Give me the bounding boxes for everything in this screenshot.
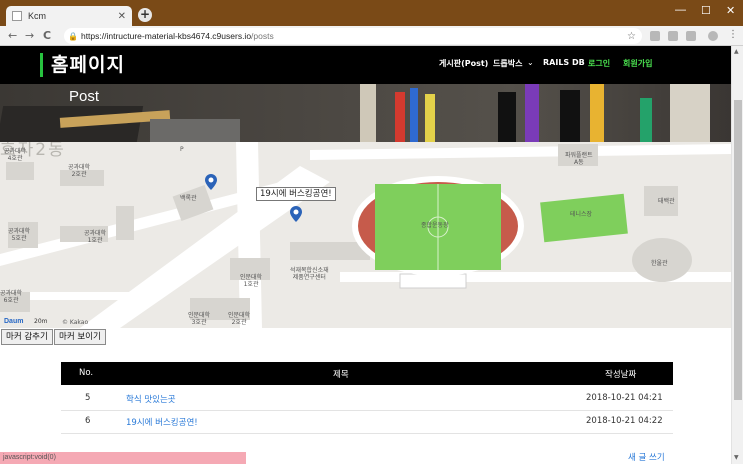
browser-titlebar: Kcm ✕ + — ☐ ✕ [0, 0, 743, 26]
post-no: 5 [85, 393, 91, 403]
post-date: 2018-10-21 04:21 [586, 393, 663, 403]
map-label: 공과대학 4호관 [4, 148, 27, 162]
hero-decor [395, 92, 405, 142]
url-path: /posts [251, 31, 274, 41]
address-bar[interactable]: 🔒 https://intructure-material-kbs4674.c9… [64, 28, 642, 44]
url-host: https://intructure-material-kbs4674.c9us… [80, 31, 252, 41]
map-label: 종합운동장 [421, 222, 449, 229]
hero-banner: Post [0, 84, 731, 142]
hero-decor [498, 92, 516, 142]
map-canvas [0, 142, 731, 328]
map-road [310, 144, 731, 160]
map-logo: Daum [4, 318, 24, 325]
hero-decor [150, 119, 240, 142]
map-label: 공과대학 5호관 [8, 228, 31, 242]
new-post-link[interactable]: 새 글 쓰기 [628, 451, 665, 463]
posts-table-header: No. 제목 작성날짜 [61, 362, 673, 385]
browser-toolbar: ← → C 🔒 https://intructure-material-kbs4… [0, 26, 743, 46]
map-building [6, 162, 34, 180]
map-label: 한울관 [651, 260, 668, 267]
hero-decor [410, 88, 418, 142]
extension-icon[interactable] [668, 31, 678, 41]
scroll-down-icon[interactable]: ▼ [734, 454, 739, 461]
map-label: 파워플랜트 A동 [565, 152, 593, 166]
browser-status-bar: javascript:void(0) [0, 452, 246, 464]
post-no: 6 [85, 416, 91, 426]
map-label: 인문대학 1호관 [240, 274, 263, 288]
extension-icon[interactable] [686, 31, 696, 41]
nav-rails-db[interactable]: RAILS DB [543, 58, 585, 67]
map-building [399, 273, 467, 289]
hero-decor [525, 84, 539, 142]
minimize-icon[interactable]: — [675, 4, 686, 16]
map-building [290, 242, 370, 260]
page-scrollbar[interactable]: ▲ ▼ [731, 46, 743, 464]
map-label: 공과대학 1호관 [84, 230, 107, 244]
map-label: 백록관 [180, 195, 197, 202]
nav-login[interactable]: 로그인 [588, 58, 610, 69]
profile-icon[interactable] [708, 31, 718, 41]
map-marker-icon[interactable] [290, 206, 302, 222]
map-label: 인문대학 3호관 [188, 312, 211, 326]
map-scale: 20m [34, 318, 48, 325]
map-label: 태백관 [658, 198, 675, 205]
maximize-icon[interactable]: ☐ [701, 4, 711, 17]
reload-icon[interactable]: C [43, 29, 51, 42]
column-header-title: 제목 [333, 370, 349, 380]
back-icon[interactable]: ← [8, 29, 17, 42]
menu-dots-icon[interactable]: ⋮ [728, 29, 738, 40]
tennis-court [540, 193, 628, 243]
map-label: 테니스장 [570, 211, 593, 218]
extension-icon[interactable] [650, 31, 660, 41]
nav-signup[interactable]: 회원가입 [623, 58, 652, 69]
table-row: 5 학식 맛있는곳 2018-10-21 04:21 [61, 388, 673, 410]
hero-decor [590, 84, 604, 142]
forward-icon[interactable]: → [25, 29, 34, 42]
browser-tab[interactable]: Kcm ✕ [6, 6, 132, 26]
close-window-icon[interactable]: ✕ [726, 4, 735, 17]
new-tab-button[interactable]: + [138, 8, 152, 22]
kakao-map[interactable]: 효자2동 공과대학 4호관 공과대학 2호관 공과대학 5호관 공과대학 1호관 공과대… [0, 142, 731, 328]
lock-icon: 🔒 [68, 31, 78, 41]
hero-decor [360, 84, 376, 142]
bookmark-star-icon[interactable]: ☆ [627, 31, 636, 42]
hero-decor [640, 98, 652, 142]
row-divider [61, 433, 673, 434]
site-header: 홈페이지 게시판(Post) 드롭박스 ⌄ RAILS DB 로그인 회원가입 [0, 46, 731, 84]
map-label: 공과대학 6호관 [0, 290, 23, 304]
show-markers-button[interactable]: 마커 보이기 [54, 329, 106, 345]
tab-title: Kcm [28, 11, 46, 21]
map-label: 석재복합신소재 제품연구센터 [290, 267, 329, 281]
page-title: Post [69, 88, 100, 105]
brand-logo[interactable]: 홈페이지 [40, 53, 125, 77]
hero-decor [670, 84, 710, 142]
scroll-thumb[interactable] [734, 100, 742, 400]
map-info-window: 19시에 버스킹공연! [256, 187, 336, 201]
hide-markers-button[interactable]: 마커 감추기 [1, 329, 53, 345]
nav-dropbox[interactable]: 드롭박스 [493, 58, 522, 69]
chevron-down-icon[interactable]: ⌄ [527, 58, 534, 67]
map-label: 인문대학 2호관 [228, 312, 251, 326]
nav-post[interactable]: 게시판(Post) [439, 58, 488, 69]
table-row: 6 19시에 버스킹공연! 2018-10-21 04:22 [61, 411, 673, 433]
map-label: 공과대학 2호관 [68, 164, 91, 178]
map-label: P [180, 146, 184, 153]
map-copyright: © Kakao [62, 319, 89, 326]
hero-decor [425, 94, 435, 142]
map-marker-icon[interactable] [205, 174, 217, 190]
hero-decor [560, 90, 580, 142]
post-title-link[interactable]: 19시에 버스킹공연! [126, 416, 198, 428]
scroll-up-icon[interactable]: ▲ [734, 48, 739, 55]
post-title-link[interactable]: 학식 맛있는곳 [126, 393, 176, 405]
column-header-date: 작성날짜 [605, 370, 637, 380]
post-date: 2018-10-21 04:22 [586, 416, 663, 426]
map-building [116, 206, 134, 240]
close-icon[interactable]: ✕ [118, 11, 126, 22]
page-icon [12, 11, 22, 21]
column-header-no: No. [79, 368, 94, 378]
